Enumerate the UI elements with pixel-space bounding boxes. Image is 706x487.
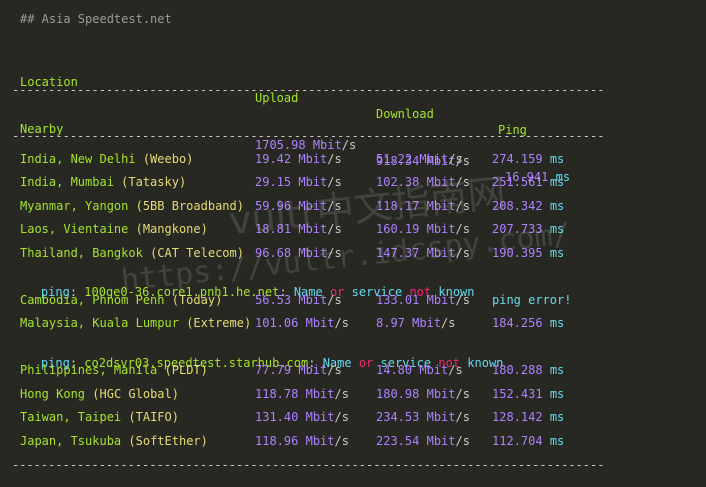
row-upload: 96.68 Mbit/s: [255, 246, 342, 260]
row-upload: 29.15 Mbit/s: [255, 175, 342, 189]
terminal-output: ## Asia Speedtest.net Location Upload Do…: [0, 0, 706, 487]
row-download: 102.38 Mbit/s: [376, 175, 470, 189]
row-upload: 118.78 Mbit/s: [255, 387, 349, 401]
row-location: India, New Delhi (Weebo): [20, 152, 194, 166]
row-location: Myanmar, Yangon (5BB Broadband): [20, 199, 244, 213]
row-download: 8.97 Mbit/s: [376, 316, 456, 330]
row-download: 118.17 Mbit/s: [376, 199, 470, 213]
row-upload: 131.40 Mbit/s: [255, 410, 349, 424]
row-download: 14.80 Mbit/s: [376, 363, 463, 377]
row-location: Hong Kong (HGC Global): [20, 387, 179, 401]
row-ping: 180.288 ms: [492, 363, 565, 377]
row-location: India, Mumbai (Tatasky): [20, 175, 187, 189]
row-location: Malaysia, Kuala Lumpur (Extreme): [20, 316, 252, 330]
section-heading: ## Asia Speedtest.net: [20, 12, 172, 26]
nearby-row: Nearby 1705.98 Mbit/s 918.34 Mbit/s 16.9…: [20, 105, 570, 184]
row-download: 180.98 Mbit/s: [376, 387, 470, 401]
row-ping: 207.733 ms: [492, 222, 565, 236]
row-download: 51.22 Mbit/s: [376, 152, 463, 166]
separator: ----------------------------------------…: [12, 83, 605, 97]
header-download: Download: [376, 107, 434, 121]
row-location: Thailand, Bangkok (CAT Telecom): [20, 246, 244, 260]
row-ping: 152.431 ms: [492, 387, 565, 401]
table-header: Location Upload Download Ping: [20, 58, 527, 137]
row-upload: 59.96 Mbit/s: [255, 199, 342, 213]
row-location: Japan, Tsukuba (SoftEther): [20, 434, 208, 448]
row-ping: 128.142 ms: [492, 410, 565, 424]
row-upload: 118.96 Mbit/s: [255, 434, 349, 448]
separator: ----------------------------------------…: [12, 129, 605, 143]
row-location: Taiwan, Taipei (TAIFO): [20, 410, 179, 424]
ping-error-line: ping: co2dsvr03.speedtest.starhub.com: N…: [40, 356, 504, 370]
row-location: Laos, Vientaine (Mangkone): [20, 222, 208, 236]
row-ping: 184.256 ms: [492, 316, 565, 330]
row-upload: 77.79 Mbit/s: [255, 363, 342, 377]
row-download: 160.19 Mbit/s: [376, 222, 470, 236]
row-ping: 274.159 ms: [492, 152, 565, 166]
row-upload: 18.81 Mbit/s: [255, 222, 342, 236]
row-ping-error: ping error!: [492, 293, 572, 307]
row-download: 223.54 Mbit/s: [376, 434, 470, 448]
ping-error-line: ping: 100ge0-36.core1.pnh1.he.net: Name …: [40, 285, 475, 299]
row-ping: 251.561 ms: [492, 175, 565, 189]
row-ping: 190.395 ms: [492, 246, 565, 260]
row-ping: 208.342 ms: [492, 199, 565, 213]
row-download: 234.53 Mbit/s: [376, 410, 470, 424]
row-download: 147.37 Mbit/s: [376, 246, 470, 260]
row-upload: 101.06 Mbit/s: [255, 316, 349, 330]
row-download: 133.01 Mbit/s: [376, 293, 470, 307]
separator: ----------------------------------------…: [12, 458, 605, 472]
row-upload: 19.42 Mbit/s: [255, 152, 342, 166]
row-upload: 56.53 Mbit/s: [255, 293, 342, 307]
row-location: Philippines, Manila (PLDT): [20, 363, 208, 377]
row-ping: 112.704 ms: [492, 434, 565, 448]
row-location: Cambodia, Phnom Penh (Today): [20, 293, 223, 307]
